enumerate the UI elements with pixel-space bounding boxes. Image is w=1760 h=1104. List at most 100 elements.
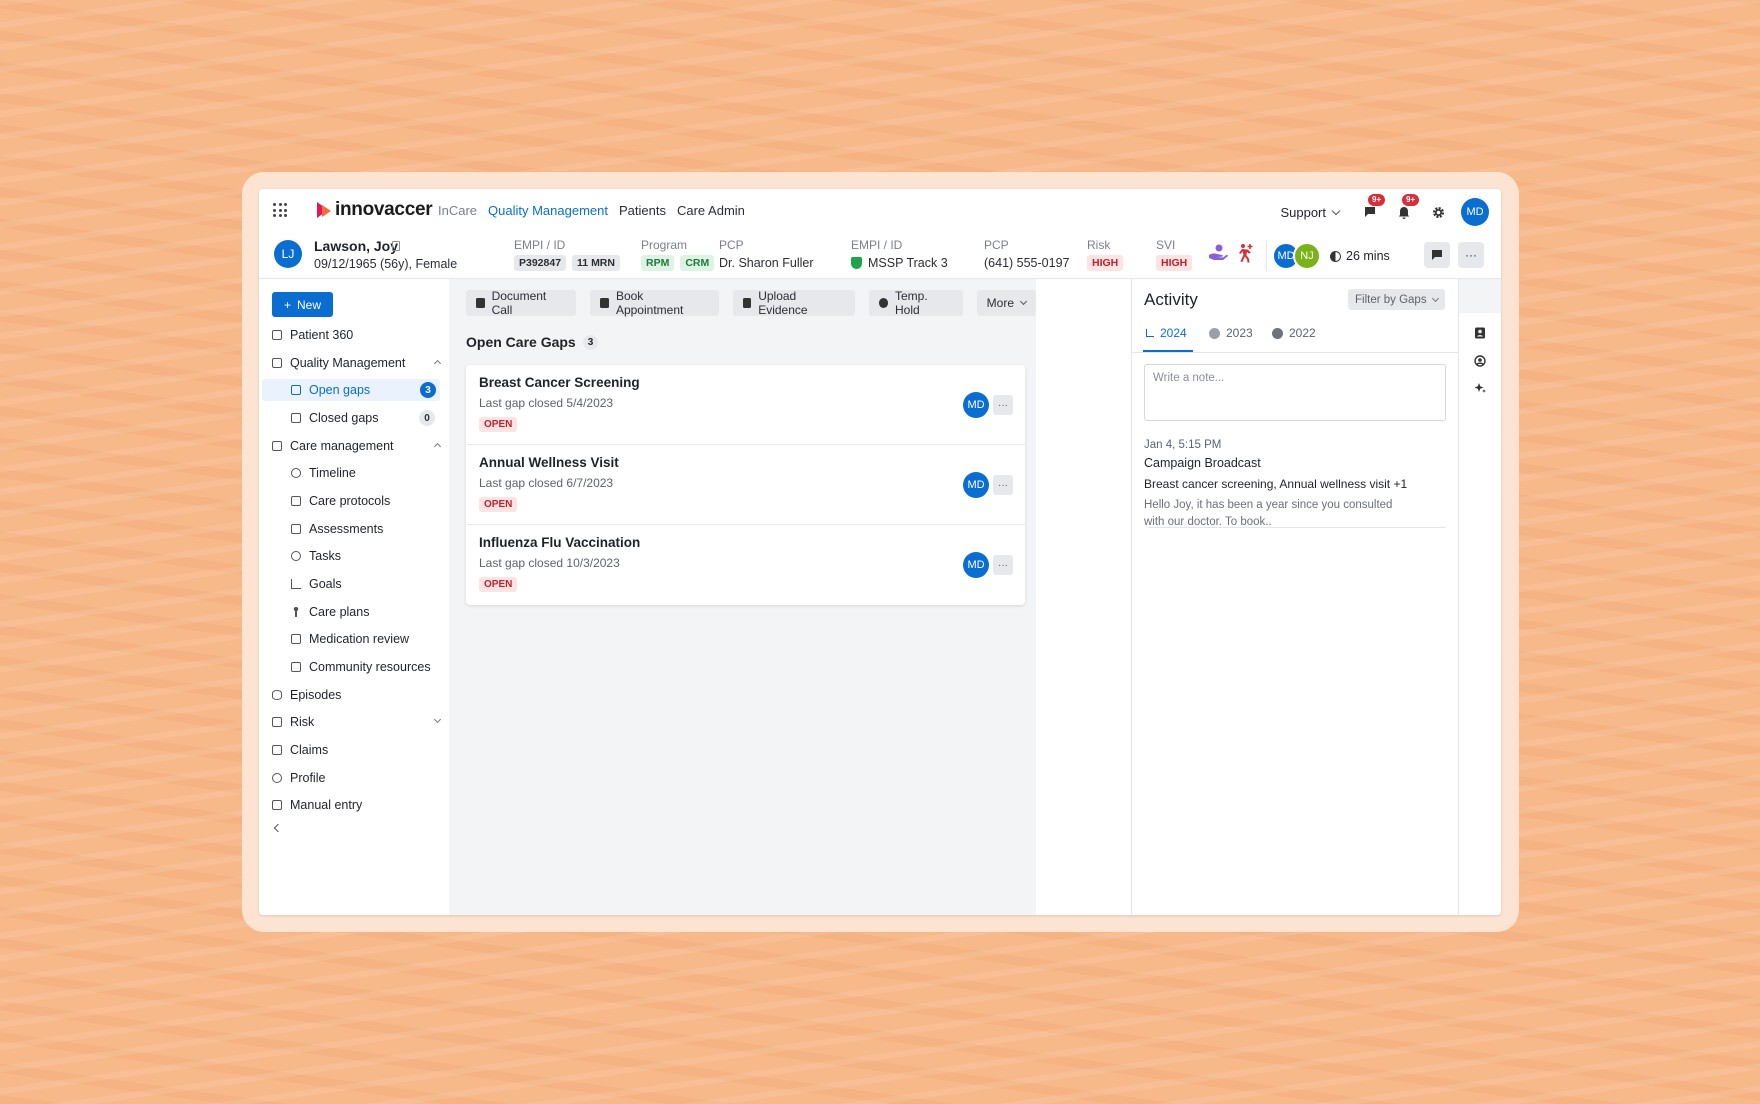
- sidebar-item-manual-entry[interactable]: Manual entry: [272, 794, 362, 816]
- support-dropdown[interactable]: Support: [1280, 204, 1341, 220]
- activity-panel: Activity Filter by Gaps 2024 2023 2022 W…: [1131, 279, 1459, 915]
- book-appointment-button[interactable]: Book Appointment: [590, 289, 719, 317]
- sidebar-item-quality-management[interactable]: Quality Management: [272, 352, 442, 374]
- sidebar-item-timeline[interactable]: Timeline: [291, 462, 356, 484]
- tab-label: 2024: [1160, 326, 1187, 340]
- note-input[interactable]: Write a note...: [1144, 364, 1446, 421]
- building-icon: [291, 662, 301, 672]
- sidebar-item-label: Closed gaps: [309, 411, 379, 425]
- tab-2022[interactable]: 2022: [1272, 326, 1316, 340]
- gap-more-button[interactable]: ···: [993, 395, 1013, 415]
- more-actions-button[interactable]: More: [976, 290, 1036, 316]
- user-circle-icon[interactable]: [1474, 355, 1486, 367]
- calendar-icon: [272, 717, 282, 727]
- care-hand-icon[interactable]: [1208, 243, 1228, 261]
- activity-type: Campaign Broadcast: [1144, 456, 1261, 470]
- nav-link-care-admin[interactable]: Care Admin: [677, 203, 745, 218]
- gap-title[interactable]: Breast Cancer Screening: [479, 375, 640, 390]
- sidebar-item-label: Episodes: [290, 688, 342, 702]
- patient-chat-button[interactable]: [1424, 242, 1450, 268]
- filter-by-gaps-dropdown[interactable]: Filter by Gaps: [1348, 289, 1445, 310]
- gap-more-button[interactable]: ···: [993, 475, 1013, 495]
- activity-entry[interactable]: Jan 4, 5:15 PM Campaign Broadcast Breast…: [1144, 439, 1446, 531]
- top-nav: innovaccer InCare Quality Management Pat…: [259, 189, 1501, 233]
- sparkle-icon[interactable]: [1474, 382, 1486, 394]
- contact-card-icon[interactable]: [1474, 327, 1486, 339]
- mrn-chip: 11 MRN: [572, 255, 620, 271]
- sidebar-item-care-management[interactable]: Care management: [272, 435, 442, 457]
- sidebar-item-profile[interactable]: Profile: [272, 767, 325, 789]
- timer-icon: [1330, 250, 1341, 262]
- copy-icon[interactable]: [392, 241, 400, 251]
- sidebar-item-community-resources[interactable]: Community resources: [291, 656, 431, 678]
- app-window: innovaccer InCare Quality Management Pat…: [259, 189, 1501, 915]
- sidebar-item-label: Care management: [290, 439, 394, 453]
- care-gap-row[interactable]: Annual Wellness Visit Last gap closed 6/…: [466, 445, 1025, 525]
- care-management-icon: [272, 441, 282, 451]
- plus-icon: +: [283, 297, 291, 312]
- gap-assignee-avatar[interactable]: MD: [963, 472, 989, 498]
- nav-link-patients[interactable]: Patients: [619, 203, 666, 218]
- program-rpm-chip: RPM: [641, 255, 675, 271]
- empi-field: EMPI / ID P392847 11 MRN: [514, 238, 620, 271]
- care-gap-row[interactable]: Breast Cancer Screening Last gap closed …: [466, 365, 1025, 445]
- sidebar-item-open-gaps[interactable]: Open gaps 3: [262, 379, 440, 401]
- episodes-icon: [272, 690, 282, 700]
- sidebar-item-assessments[interactable]: Assessments: [291, 518, 383, 540]
- sidebar-item-goals[interactable]: Goals: [291, 573, 342, 595]
- care-team-avatars[interactable]: MD NJ: [1272, 242, 1321, 270]
- care-team-avatar-nj[interactable]: NJ: [1293, 242, 1321, 270]
- manual-entry-icon: [272, 800, 282, 810]
- settings-button[interactable]: [1427, 201, 1449, 223]
- gap-title[interactable]: Annual Wellness Visit: [479, 455, 619, 470]
- sidebar-item-tasks[interactable]: Tasks: [291, 545, 341, 567]
- active-tab-indicator: [1143, 350, 1193, 352]
- activity-subject: Breast cancer screening, Annual wellness…: [1144, 477, 1408, 491]
- phone-icon: [476, 298, 485, 308]
- collapse-sidebar-icon[interactable]: [273, 823, 283, 833]
- activity-message: Hello Joy, it has been a year since you …: [1144, 499, 1393, 528]
- gap-title[interactable]: Influenza Flu Vaccination: [479, 535, 640, 550]
- care-gap-row[interactable]: Influenza Flu Vaccination Last gap close…: [466, 525, 1025, 605]
- sidebar-item-claims[interactable]: Claims: [272, 739, 328, 761]
- patient-name[interactable]: Lawson, Joy: [314, 238, 398, 254]
- sidebar-item-episodes[interactable]: Episodes: [272, 684, 341, 706]
- document-icon: [272, 745, 282, 755]
- sidebar-item-medication-review[interactable]: Medication review: [291, 628, 409, 650]
- sidebar-item-closed-gaps[interactable]: Closed gaps 0: [291, 407, 439, 429]
- gap-assignee-avatar[interactable]: MD: [963, 552, 989, 578]
- sidebar-item-label: Medication review: [309, 632, 410, 646]
- logo[interactable]: innovaccer: [317, 199, 433, 221]
- upload-evidence-button[interactable]: Upload Evidence: [732, 289, 855, 317]
- chat-icon: [1365, 207, 1375, 217]
- sidebar-item-care-plans[interactable]: Care plans: [291, 601, 369, 623]
- nav-link-quality-management[interactable]: Quality Management: [488, 203, 608, 218]
- messages-button[interactable]: 9+: [1359, 194, 1386, 223]
- fall-risk-icon[interactable]: [1235, 243, 1255, 263]
- bell-icon: [1398, 206, 1410, 219]
- care-gaps-list: Breast Cancer Screening Last gap closed …: [466, 365, 1025, 605]
- gap-more-button[interactable]: ···: [993, 555, 1013, 575]
- temp-hold-button[interactable]: Temp. Hold: [868, 289, 963, 317]
- right-rail: [1458, 279, 1501, 915]
- sidebar-item-care-protocols[interactable]: Care protocols: [291, 490, 390, 512]
- new-button[interactable]: + New: [272, 292, 333, 317]
- document-call-button[interactable]: Document Call: [466, 289, 577, 317]
- tab-2023[interactable]: 2023: [1209, 326, 1253, 340]
- gap-last-closed: Last gap closed 5/4/2023: [479, 396, 614, 410]
- upload-evidence-label: Upload Evidence: [758, 289, 808, 317]
- program-field: Program RPM CRM: [641, 238, 715, 271]
- user-avatar[interactable]: MD: [1461, 198, 1489, 226]
- patient-more-button[interactable]: ···: [1458, 242, 1484, 268]
- tab-2024[interactable]: 2024: [1146, 326, 1187, 340]
- notifications-button[interactable]: 9+: [1393, 194, 1420, 223]
- support-label: Support: [1280, 204, 1326, 220]
- sidebar-item-patient-360[interactable]: Patient 360: [272, 324, 353, 346]
- time-tracker[interactable]: 26 mins: [1330, 249, 1390, 263]
- apps-grid-icon[interactable]: [273, 203, 287, 217]
- nav-link-incare[interactable]: InCare: [438, 203, 477, 218]
- shield-check-icon: [851, 257, 862, 269]
- sidebar-item-risk[interactable]: Risk: [272, 711, 442, 733]
- pcp-name: Dr. Sharon Fuller: [719, 256, 814, 270]
- gap-assignee-avatar[interactable]: MD: [963, 392, 989, 418]
